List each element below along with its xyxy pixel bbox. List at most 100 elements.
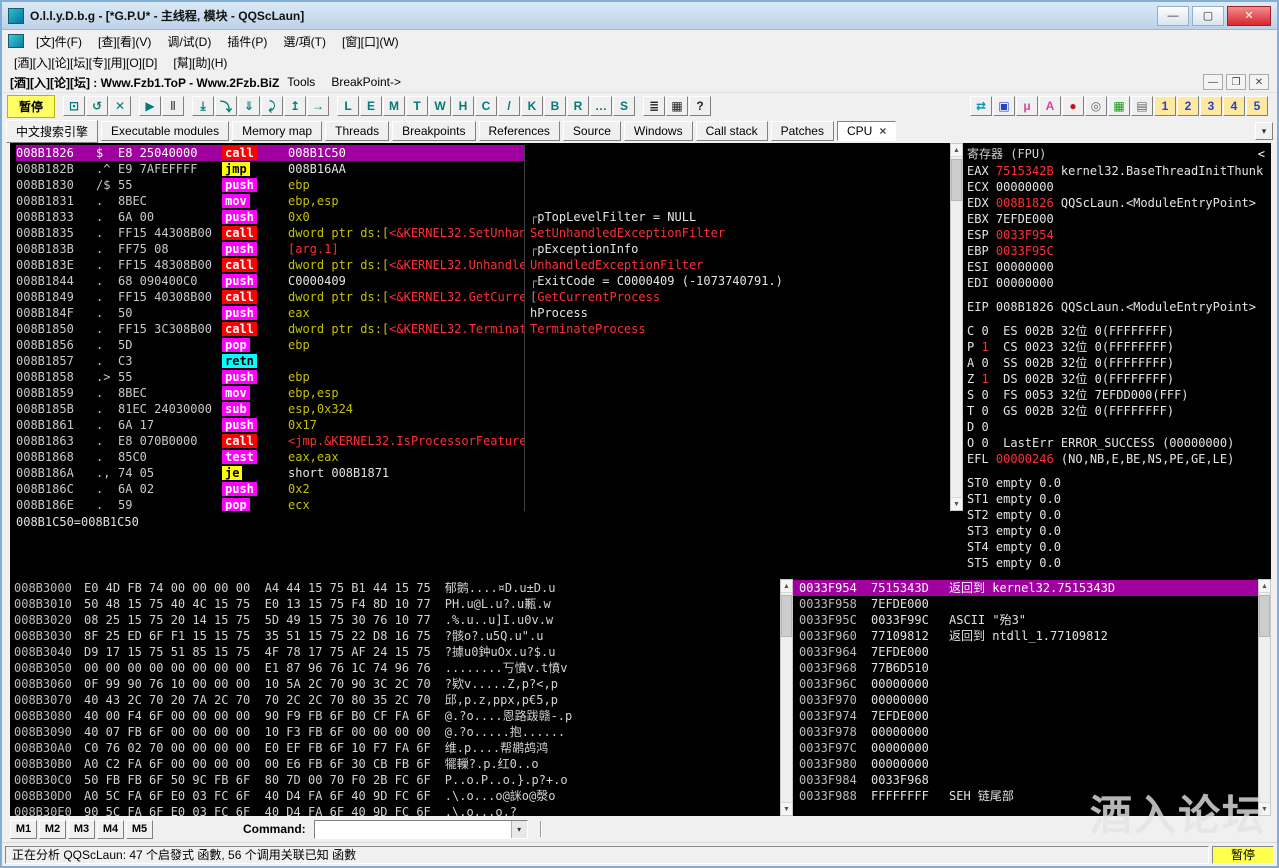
stack-row[interactable]: 0033F9547515343D返回到 kernel32.7515343D <box>793 580 1258 596</box>
registers-pane[interactable]: 寄存器 (FPU) < EAX 7515342B kernel32.BaseTh… <box>963 143 1271 579</box>
plugin-menu-item[interactable]: Tools <box>279 73 323 91</box>
references-window-button[interactable]: R <box>567 96 589 116</box>
scroll-down-icon[interactable]: ▼ <box>781 802 792 815</box>
breakpoints-window-button[interactable]: B <box>544 96 566 116</box>
disasm-row[interactable]: 008B184F.50pusheaxhProcess <box>16 305 950 321</box>
hexdump-scrollbar[interactable]: ▲ ▼ <box>780 579 793 816</box>
memory-window-button[interactable]: M <box>383 96 405 116</box>
minimize-button[interactable]: — <box>1157 6 1189 26</box>
stack-row[interactable]: 0033F98000000000 <box>793 756 1258 772</box>
tab-references[interactable]: References <box>479 121 560 141</box>
hexdump-row[interactable]: 008B30E090 5C FA 6F E0 03 FC 6F 40 D4 FA… <box>14 804 776 816</box>
menu-item[interactable]: 插件(P) <box>219 31 275 52</box>
stack-scrollbar[interactable]: ▲ ▼ <box>1258 579 1271 816</box>
info-pane[interactable]: 008B1C50=008B1C50 <box>10 511 963 579</box>
hexdump-row[interactable]: 008B30600F 99 90 76 10 00 00 00 10 5A 2C… <box>14 676 776 692</box>
register-line[interactable]: S 0 FS 0053 32位 7EFDD000(FFF) <box>967 387 1267 403</box>
register-line[interactable]: EBP 0033F95C <box>967 243 1267 259</box>
hexdump-row[interactable]: 008B309040 07 FB 6F 00 00 00 00 10 F3 FB… <box>14 724 776 740</box>
register-line[interactable]: ST4 empty 0.0 <box>967 539 1267 555</box>
tab-close-icon[interactable]: × <box>879 124 886 138</box>
mdi-close-button[interactable]: ✕ <box>1249 74 1269 90</box>
scrollbar-track[interactable] <box>781 593 792 802</box>
command-input[interactable] <box>315 821 511 838</box>
menu-item[interactable]: 调/试(D) <box>159 31 219 52</box>
scrollbar-track[interactable] <box>951 157 962 497</box>
disasm-row[interactable]: 008B186A.,74 05jeshort 008B1871 <box>16 465 950 481</box>
maximize-button[interactable]: ▢ <box>1192 6 1224 26</box>
threads-window-button[interactable]: T <box>406 96 428 116</box>
plugin-3-button[interactable]: 3 <box>1200 96 1222 116</box>
menu-item[interactable]: 選/項(T) <box>275 31 334 52</box>
scrollbar-track[interactable] <box>1259 593 1270 802</box>
mdi-minimize-button[interactable]: — <box>1203 74 1223 90</box>
run-button[interactable]: ▶ <box>139 96 161 116</box>
disasm-row[interactable]: 008B1858.>55pushebp <box>16 369 950 385</box>
execute-till-return-button[interactable]: ↥ <box>284 96 306 116</box>
restart-button[interactable]: ↺ <box>86 96 108 116</box>
animate-into-button[interactable]: ⇓ <box>238 96 260 116</box>
animate-over-button[interactable]: ⤸ <box>261 96 283 116</box>
hexdump-row[interactable]: 008B30D0A0 5C FA 6F E0 03 FC 6F 40 D4 FA… <box>14 788 776 804</box>
macro-button-m2[interactable]: M2 <box>39 820 66 839</box>
patches-window-button[interactable]: / <box>498 96 520 116</box>
disasm-row[interactable]: 008B1850.FF15 3C308B00calldword ptr ds:[… <box>16 321 950 337</box>
plugin-5-button[interactable]: 5 <box>1246 96 1268 116</box>
register-line[interactable]: A 0 SS 002B 32位 0(FFFFFFFF) <box>967 355 1267 371</box>
scroll-down-icon[interactable]: ▼ <box>951 497 962 510</box>
tab-breakpoints[interactable]: Breakpoints <box>392 121 475 141</box>
plugin-target-button[interactable]: ◎ <box>1085 96 1107 116</box>
disasm-row[interactable]: 008B1835.FF15 44308B00calldword ptr ds:[… <box>16 225 950 241</box>
plugin-menu-item[interactable]: BreakPoint-> <box>323 73 409 91</box>
tab-call-stack[interactable]: Call stack <box>696 121 768 141</box>
register-line[interactable]: EDX 008B1826 QQScLaun.<ModuleEntryPoint> <box>967 195 1267 211</box>
register-line[interactable]: ESI 00000000 <box>967 259 1267 275</box>
plugin-list-button[interactable]: ▤ <box>1131 96 1153 116</box>
tab-中文搜索引擎[interactable]: 中文搜索引擎 <box>6 120 98 143</box>
disassembly-pane[interactable]: 008B1826$E8 25040000call008B1C50008B182B… <box>10 143 950 511</box>
hexdump-row[interactable]: 008B30A0C0 76 02 70 00 00 00 00 E0 EF FB… <box>14 740 776 756</box>
mdi-restore-button[interactable]: ❐ <box>1226 74 1246 90</box>
register-line[interactable]: ST1 empty 0.0 <box>967 491 1267 507</box>
stack-row[interactable]: 0033F97800000000 <box>793 724 1258 740</box>
stack-row[interactable]: 0033F97C00000000 <box>793 740 1258 756</box>
plugin-2-button[interactable]: 2 <box>1177 96 1199 116</box>
windows-window-button[interactable]: W <box>429 96 451 116</box>
stack-row[interactable]: 0033F97000000000 <box>793 692 1258 708</box>
menu-item[interactable]: [窗][口](W) <box>334 31 407 52</box>
register-line[interactable]: C 0 ES 002B 32位 0(FFFFFFFF) <box>967 323 1267 339</box>
register-line[interactable]: Z 1 DS 002B 32位 0(FFFFFFFF) <box>967 371 1267 387</box>
plugin-1-button[interactable]: 1 <box>1154 96 1176 116</box>
stack-row[interactable]: 0033F96C00000000 <box>793 676 1258 692</box>
register-line[interactable]: D 0 <box>967 419 1267 435</box>
tabs-overflow-button[interactable]: ▾ <box>1255 122 1273 140</box>
hexdump-row[interactable]: 008B3000E0 4D FB 74 00 00 00 00 A4 44 15… <box>14 580 776 596</box>
cpu-window-button[interactable]: C <box>475 96 497 116</box>
scrollbar-thumb[interactable] <box>1259 595 1270 637</box>
plugin-4-button[interactable]: 4 <box>1223 96 1245 116</box>
disasm-row[interactable]: 008B183B.FF75 08push[arg.1]┌pExceptionIn… <box>16 241 950 257</box>
plugin-grid-button[interactable]: ▦ <box>1108 96 1130 116</box>
command-combobox[interactable]: ▾ <box>314 820 528 839</box>
collapse-icon[interactable]: < <box>1258 145 1267 163</box>
scrollbar-thumb[interactable] <box>781 595 792 637</box>
go-to-button[interactable]: → <box>307 96 329 116</box>
register-line[interactable]: ST3 empty 0.0 <box>967 523 1267 539</box>
hexdump-row[interactable]: 008B307040 43 2C 70 20 7A 2C 70 70 2C 2C… <box>14 692 776 708</box>
disasm-row[interactable]: 008B183E.FF15 48308B00calldword ptr ds:[… <box>16 257 950 273</box>
disasm-row[interactable]: 008B1859.8BECmovebp,esp <box>16 385 950 401</box>
combo-dropdown-icon[interactable]: ▾ <box>511 821 527 838</box>
tab-threads[interactable]: Threads <box>325 121 389 141</box>
plugin-window-button[interactable]: ▣ <box>993 96 1015 116</box>
disassembly-scrollbar[interactable]: ▲ ▼ <box>950 143 963 511</box>
stack-row[interactable]: 0033F96077109812返回到 ntdll_1.77109812 <box>793 628 1258 644</box>
log-window-button[interactable]: L <box>337 96 359 116</box>
tab-patches[interactable]: Patches <box>771 121 834 141</box>
stack-row[interactable]: 0033F988FFFFFFFFSEH 链尾部 <box>793 788 1258 804</box>
disasm-row[interactable]: 008B1826$E8 25040000call008B1C50 <box>16 145 950 161</box>
menu-item[interactable]: [文]件(F) <box>28 31 90 52</box>
stack-row[interactable]: 0033F9747EFDE000 <box>793 708 1258 724</box>
disasm-row[interactable]: 008B1831.8BECmovebp,esp <box>16 193 950 209</box>
register-line[interactable]: EAX 7515342B kernel32.BaseThreadInitThun… <box>967 163 1267 179</box>
stack-row[interactable]: 0033F9840033F968 <box>793 772 1258 788</box>
